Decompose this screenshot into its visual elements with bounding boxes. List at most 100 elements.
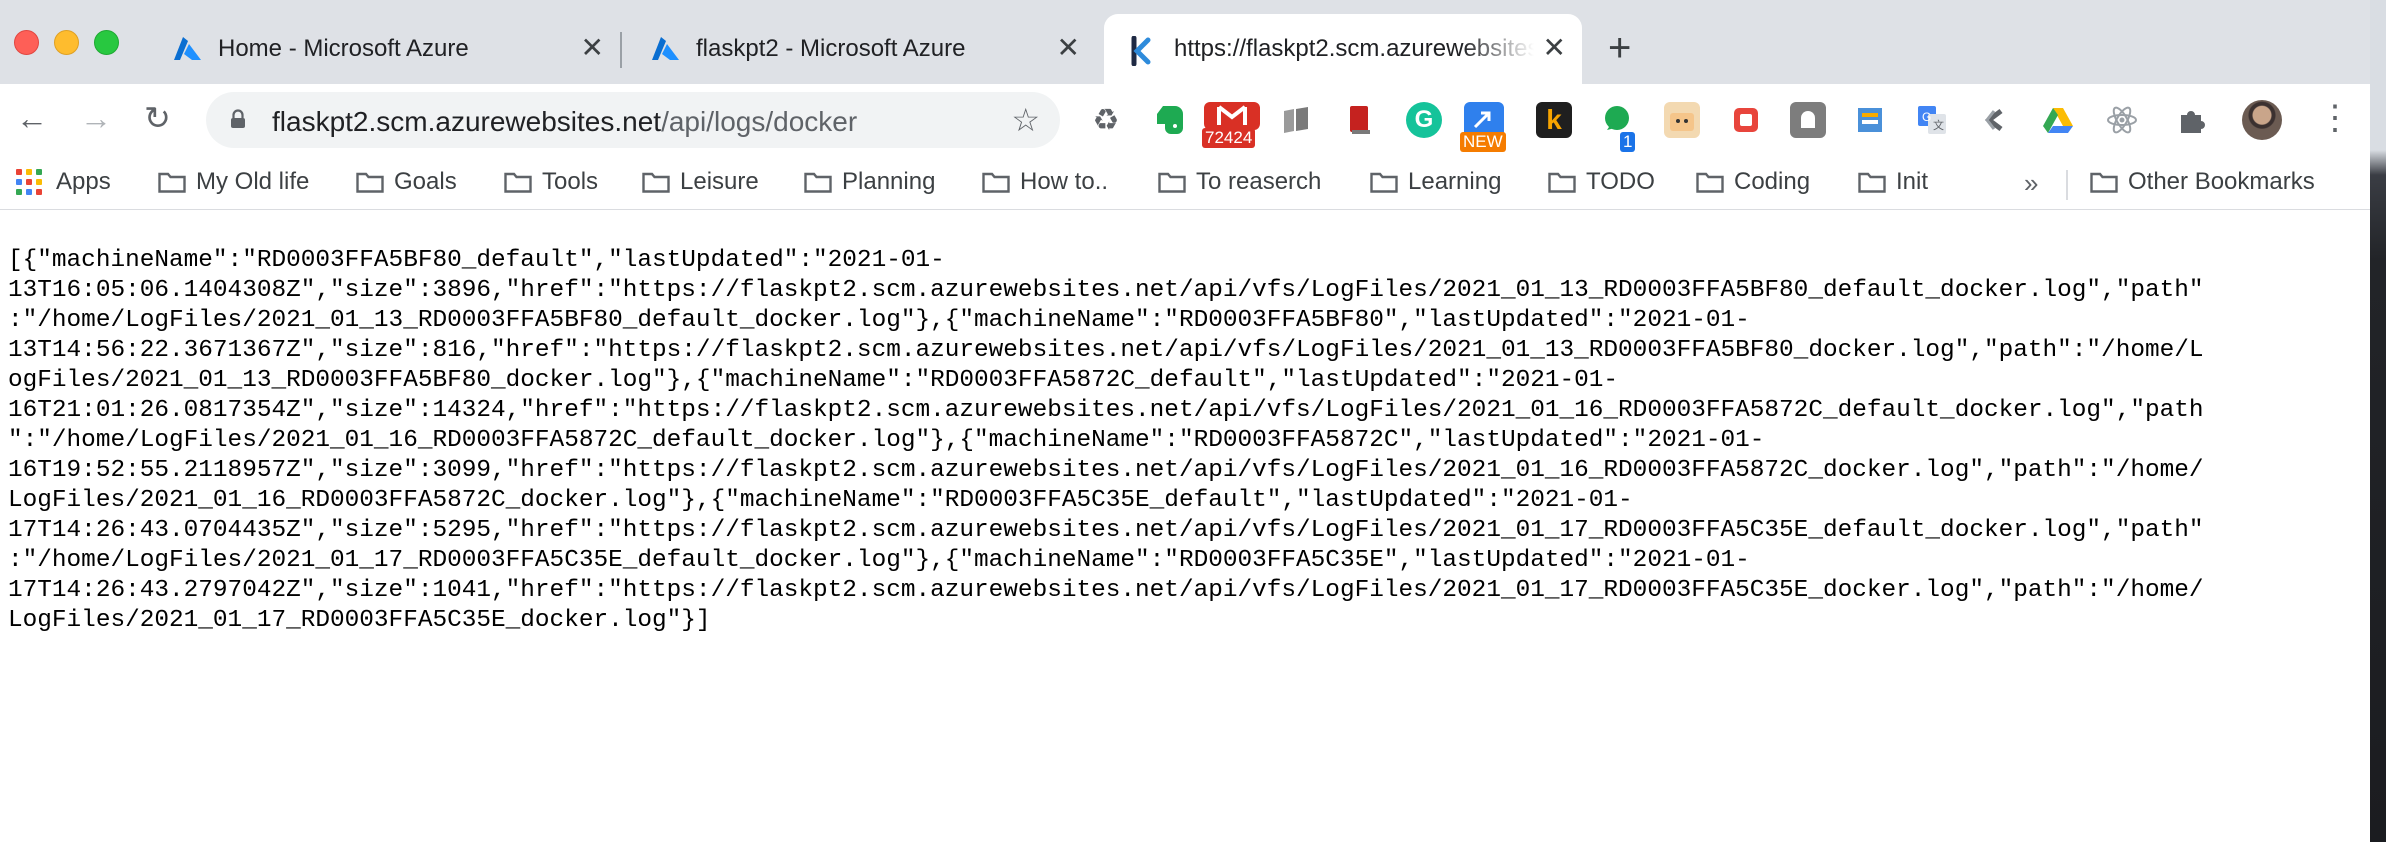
address-bar[interactable]: flaskpt2.scm.azurewebsites.net/api/logs/… — [206, 92, 1060, 148]
tab-title: https://flaskpt2.scm.azurewebsites.net/a… — [1174, 35, 1534, 62]
tab-active-logs[interactable]: https://flaskpt2.scm.azurewebsites.net/a… — [1104, 14, 1582, 84]
back-button[interactable]: ← — [16, 98, 48, 138]
note-icon[interactable] — [1728, 102, 1764, 138]
tab-flaskpt2-azure[interactable]: flaskpt2 - Microsoft Azure ✕ — [628, 14, 1096, 84]
folder-icon — [504, 171, 532, 193]
bookmark-label: Apps — [56, 168, 111, 195]
close-icon[interactable]: ✕ — [1543, 34, 1566, 62]
json-line: 17T14:26:43.0704435Z","size":5295,"href"… — [8, 517, 2204, 544]
svg-text:文: 文 — [1933, 118, 1944, 132]
bookmark-label: Other Bookmarks — [2128, 168, 2315, 195]
reload-button[interactable]: ↻ — [144, 98, 171, 138]
bookmark-label: Tools — [542, 168, 599, 195]
tab-title: flaskpt2 - Microsoft Azure — [696, 35, 966, 62]
folder-icon — [1158, 171, 1186, 193]
svg-text:G: G — [1922, 110, 1931, 124]
apps-grid-icon — [16, 169, 42, 195]
bookmark-folder-learning[interactable]: Learning — [1370, 164, 1501, 200]
json-line: [{"machineName":"RD0003FFA5BF80_default"… — [8, 247, 945, 274]
red-book-icon[interactable] — [1342, 102, 1378, 138]
new-tab-button[interactable]: + — [1608, 28, 1631, 68]
bookmark-folder-how-to[interactable]: How to.. — [982, 164, 1108, 200]
more-menu-icon[interactable]: ⋮ — [2318, 98, 2352, 138]
tab-separator — [620, 32, 622, 68]
sheet-icon[interactable] — [1852, 102, 1888, 138]
bookmark-folder-other[interactable]: Other Bookmarks — [2090, 164, 2315, 200]
new-badge: NEW — [1460, 132, 1506, 152]
desktop-background — [2370, 0, 2386, 842]
bookmark-folder-init[interactable]: Init — [1858, 164, 1928, 200]
json-line: 13T14:56:22.3671367Z","size":816,"href":… — [8, 337, 2204, 364]
json-line: LogFiles/2021_01_16_RD0003FFA5872C_docke… — [8, 487, 1633, 514]
bookmark-label: Learning — [1408, 168, 1502, 195]
bookmark-label: Coding — [1734, 168, 1811, 195]
window-minimize-button[interactable] — [54, 30, 79, 55]
clockwise-icon[interactable] — [1976, 102, 2012, 138]
bookmark-folder-leisure[interactable]: Leisure — [642, 164, 759, 200]
folder-icon — [982, 171, 1010, 193]
bookmarks-bar: Apps My Old life Goals Tools Leisure Pla… — [0, 156, 2370, 210]
toolbar: ← → ↻ flaskpt2.scm.azurewebsites.net/api… — [0, 84, 2370, 156]
puzzle-icon[interactable] — [2174, 102, 2210, 138]
json-line: 13T16:05:06.1404308Z","size":3896,"href"… — [8, 277, 2204, 304]
book-icon[interactable] — [1278, 102, 1314, 138]
bookmark-folder-to-reaserch[interactable]: To reaserch — [1158, 164, 1321, 200]
tab-strip: Home - Microsoft Azure ✕ flaskpt2 - Micr… — [0, 0, 2370, 84]
folder-icon — [1548, 171, 1576, 193]
bookmarks-divider — [2066, 170, 2068, 200]
bookmark-folder-coding[interactable]: Coding — [1696, 164, 1810, 200]
ghost-icon[interactable] — [1790, 102, 1826, 138]
k-icon[interactable]: k — [1536, 102, 1572, 138]
bookmark-folder-goals[interactable]: Goals — [356, 164, 457, 200]
evernote-icon[interactable] — [1152, 102, 1188, 138]
bookmark-label: How to.. — [1020, 168, 1109, 195]
bookmark-label: Goals — [394, 168, 457, 195]
bookmark-folder-tools[interactable]: Tools — [504, 164, 598, 200]
json-line: :"/home/LogFiles/2021_01_17_RD0003FFA5C3… — [8, 547, 1750, 574]
cat-icon[interactable] — [1664, 102, 1700, 138]
folder-icon — [642, 171, 670, 193]
share-icon[interactable]: NEW — [1460, 102, 1506, 152]
recycle-icon[interactable]: ♻ — [1088, 102, 1124, 138]
url-text[interactable]: flaskpt2.scm.azurewebsites.net/api/logs/… — [272, 106, 857, 138]
react-icon[interactable] — [2104, 102, 2140, 138]
bookmark-label: My Old life — [196, 168, 310, 195]
close-icon[interactable]: ✕ — [581, 34, 604, 62]
folder-icon — [1370, 171, 1398, 193]
drive-icon[interactable] — [2040, 102, 2076, 138]
bookmarks-overflow-button[interactable]: » — [2024, 168, 2038, 199]
bookmark-star-icon[interactable]: ☆ — [1011, 102, 1040, 138]
grammarly-icon[interactable]: G — [1406, 102, 1442, 138]
json-line: :"/home/LogFiles/2021_01_13_RD0003FFA5BF… — [8, 307, 1750, 334]
json-line: ":"/home/LogFiles/2021_01_16_RD0003FFA58… — [8, 427, 1765, 454]
forward-button[interactable]: → — [80, 98, 112, 138]
close-icon[interactable]: ✕ — [1057, 34, 1080, 62]
bookmark-apps[interactable]: Apps — [16, 164, 111, 200]
folder-icon — [1858, 171, 1886, 193]
bookmark-label: Planning — [842, 168, 936, 195]
tab-title: Home - Microsoft Azure — [218, 35, 469, 62]
tab-home-azure[interactable]: Home - Microsoft Azure ✕ — [150, 14, 620, 84]
gmail-badge: 72424 — [1202, 128, 1256, 148]
gmail-icon[interactable]: 72424 — [1202, 102, 1260, 148]
json-line: LogFiles/2021_01_17_RD0003FFA5C35E_docke… — [8, 607, 711, 634]
json-line: 16T21:01:26.0817354Z","size":14324,"href… — [8, 397, 2204, 424]
folder-icon — [1696, 171, 1724, 193]
page-content-json: [{"machineName":"RD0003FFA5BF80_default"… — [8, 246, 2358, 636]
browser-window: Home - Microsoft Azure ✕ flaskpt2 - Micr… — [0, 0, 2370, 842]
folder-icon — [804, 171, 832, 193]
chat-icon[interactable]: 1 — [1600, 102, 1636, 152]
lock-icon[interactable] — [230, 109, 246, 129]
url-host: flaskpt2.scm.azurewebsites.net — [272, 106, 662, 137]
bookmark-label: To reaserch — [1196, 168, 1322, 195]
bookmark-folder-todo[interactable]: TODO — [1548, 164, 1655, 200]
folder-icon — [2090, 171, 2118, 193]
window-close-button[interactable] — [14, 30, 39, 55]
bookmark-folder-planning[interactable]: Planning — [804, 164, 935, 200]
chat-badge: 1 — [1620, 132, 1636, 152]
bookmark-folder-my-old-life[interactable]: My Old life — [158, 164, 309, 200]
profile-avatar[interactable] — [2242, 100, 2282, 140]
translate-icon[interactable]: G文 — [1914, 102, 1950, 138]
bookmark-label: Init — [1896, 168, 1929, 195]
window-maximize-button[interactable] — [94, 30, 119, 55]
